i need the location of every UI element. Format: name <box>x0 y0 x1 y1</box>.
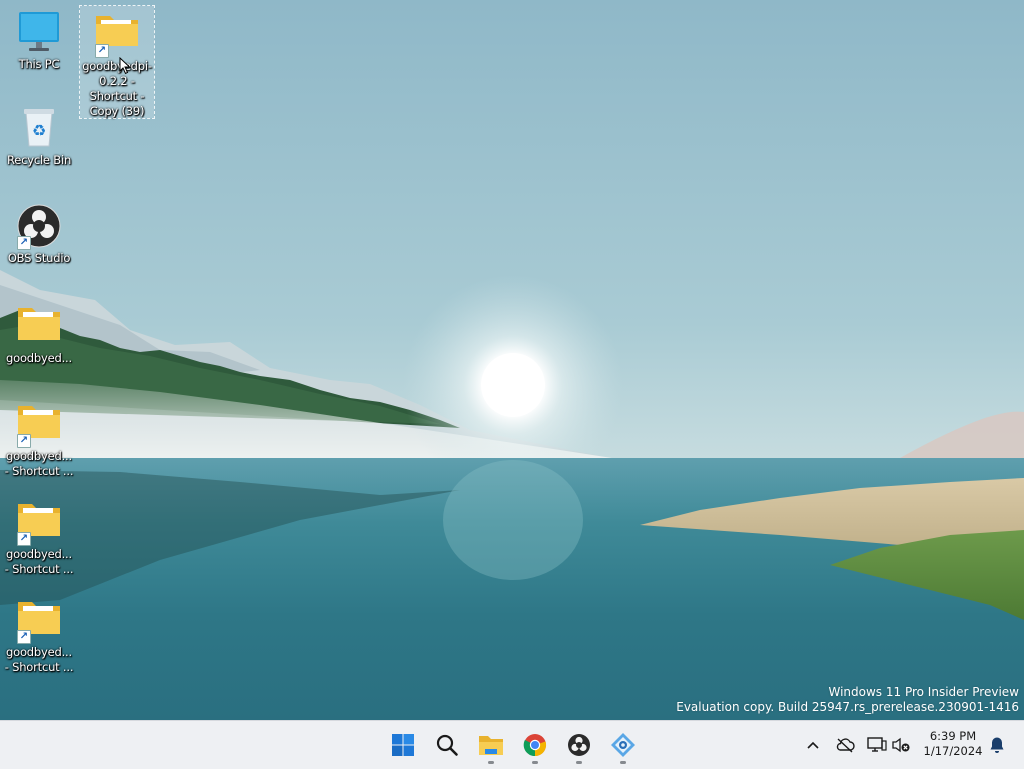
monitor-icon <box>15 8 63 56</box>
desktop-icon-goodbyedpi-shortcut-copy[interactable]: ↗ goodbyedpi- 0.2.2 - Shortcut - Copy (3… <box>79 5 155 119</box>
network-tray-button[interactable] <box>866 734 888 756</box>
shortcut-arrow-icon: ↗ <box>17 434 31 448</box>
desktop-icon-label: goodbyed... - Shortcut ... <box>4 547 74 576</box>
desktop-icon-label: goodbyed... - Shortcut ... <box>4 645 74 674</box>
clock-time: 6:39 PM <box>929 729 977 743</box>
taskbar-file-explorer[interactable] <box>471 725 511 765</box>
chevron-up-icon <box>807 741 819 749</box>
system-clock[interactable]: 6:39 PM 1/17/2024 <box>918 729 988 759</box>
file-explorer-icon <box>479 736 503 755</box>
folder-icon: ↗ <box>15 400 63 448</box>
folder-icon: ↗ <box>93 10 141 58</box>
desktop-icon-goodbyedpi-folder[interactable]: goodbyed... <box>2 302 76 366</box>
desktop-icon-label: goodbyed... <box>6 351 72 365</box>
desktop-icon-label: This PC <box>18 57 60 71</box>
watermark-edition: Windows 11 Pro Insider Preview <box>828 685 1019 699</box>
running-indicator <box>532 761 538 764</box>
obs-icon: ↗ <box>15 202 63 250</box>
running-indicator <box>576 761 582 764</box>
desktop-icon-label: goodbyed... - Shortcut ... <box>4 449 74 478</box>
search-button[interactable] <box>427 725 467 765</box>
show-hidden-icons-button[interactable] <box>802 734 824 756</box>
desktop-icon-label: OBS Studio <box>7 251 71 265</box>
cloud-offline-icon <box>836 738 855 753</box>
recycle-bin-icon: ♻ <box>15 104 63 152</box>
desktop-icon-goodbyedpi-shortcut-3[interactable]: ↗ goodbyed... - Shortcut ... <box>2 596 76 675</box>
desktop-icon-goodbyedpi-shortcut-2[interactable]: ↗ goodbyed... - Shortcut ... <box>2 498 76 577</box>
onedrive-tray-button[interactable] <box>834 734 856 756</box>
search-icon <box>436 734 458 756</box>
shortcut-arrow-icon: ↗ <box>17 236 31 250</box>
clock-date: 1/17/2024 <box>923 744 983 758</box>
desktop-icon-recycle-bin[interactable]: ♻ Recycle Bin <box>2 104 76 168</box>
obs-icon <box>568 734 590 756</box>
running-indicator <box>620 761 626 764</box>
taskbar-obs-studio[interactable] <box>559 725 599 765</box>
volume-tray-button[interactable] <box>890 734 912 756</box>
running-indicator <box>488 761 494 764</box>
desktop-icon-label: Recycle Bin <box>6 153 72 167</box>
shortcut-arrow-icon: ↗ <box>95 44 109 58</box>
folder-icon <box>15 302 63 350</box>
start-button[interactable] <box>383 725 423 765</box>
desktop-icon-goodbyedpi-shortcut-1[interactable]: ↗ goodbyed... - Shortcut ... <box>2 400 76 479</box>
mouse-cursor-icon <box>119 56 131 75</box>
notifications-button[interactable] <box>986 734 1008 756</box>
folder-icon: ↗ <box>15 498 63 546</box>
volume-muted-icon <box>892 737 910 753</box>
chrome-icon <box>523 734 547 757</box>
shortcut-arrow-icon: ↗ <box>17 532 31 546</box>
network-icon <box>867 737 887 752</box>
windows-evaluation-watermark: Windows 11 Pro Insider Preview Evaluatio… <box>676 685 1019 715</box>
windows-start-icon <box>392 734 414 756</box>
desktop-icon-label: goodbyedpi- 0.2.2 - Shortcut - Copy (39) <box>82 59 152 118</box>
svg-text:♻: ♻ <box>32 121 46 140</box>
taskbar-chrome[interactable] <box>515 725 555 765</box>
taskbar-app[interactable] <box>603 725 643 765</box>
desktop-icon-obs-studio[interactable]: ↗ OBS Studio <box>2 202 76 266</box>
folder-icon: ↗ <box>15 596 63 644</box>
desktop-icon-this-pc[interactable]: This PC <box>2 8 76 72</box>
taskbar: 6:39 PM 1/17/2024 <box>0 720 1024 769</box>
settings-app-icon <box>611 733 635 757</box>
shortcut-arrow-icon: ↗ <box>17 630 31 644</box>
notification-bell-icon <box>990 737 1004 753</box>
watermark-build: Evaluation copy. Build 25947.rs_prerelea… <box>676 700 1019 714</box>
